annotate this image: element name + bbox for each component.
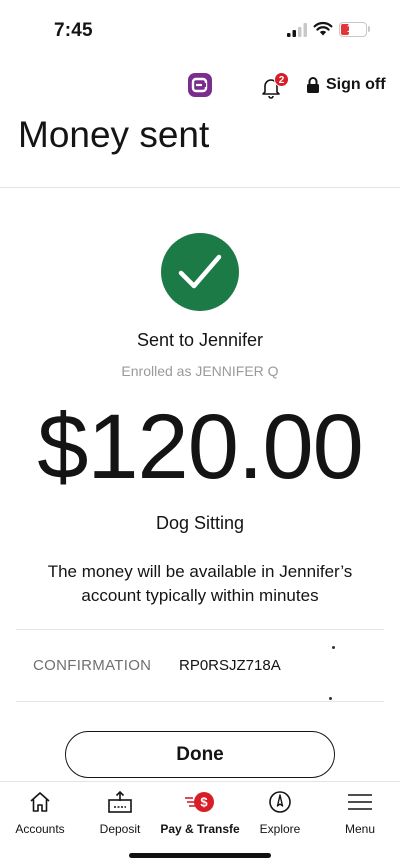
hamburger-menu-icon	[348, 794, 372, 810]
assistant-icon[interactable]	[188, 73, 212, 97]
confirmation-label: CONFIRMATION	[33, 657, 152, 674]
memo-text: Dog Sitting	[155, 513, 245, 533]
home-indicator	[129, 853, 271, 858]
compass-icon	[269, 791, 291, 813]
tab-label: Deposit	[99, 822, 141, 836]
pay-transfer-icon: $	[185, 792, 214, 812]
wifi-icon	[313, 21, 333, 36]
tab-label: Pay & Transfe	[160, 822, 240, 836]
row-divider	[16, 701, 384, 702]
tab-accounts[interactable]: Accounts	[0, 782, 80, 867]
decorative-dot	[332, 646, 335, 649]
lock-icon	[307, 77, 319, 93]
tab-label: Accounts	[15, 822, 65, 836]
status-time: 7:45	[54, 20, 93, 41]
battery-icon: 15	[339, 22, 367, 37]
amount-sent: $120.00	[37, 396, 364, 498]
svg-text:$: $	[200, 795, 208, 810]
status-bar: 7:45 15	[0, 0, 400, 60]
page-title: Money sent	[18, 114, 210, 155]
success-check-icon	[161, 233, 239, 311]
recipient-line: Sent to Jennifer	[136, 330, 264, 350]
sign-off-label: Sign off	[326, 76, 386, 93]
battery-level: 15	[346, 23, 360, 35]
deposit-icon	[108, 790, 132, 813]
tab-label: Explore	[259, 822, 301, 836]
tab-menu[interactable]: Menu	[320, 782, 400, 867]
sign-off-button[interactable]: Sign off	[306, 74, 386, 96]
row-divider	[16, 629, 384, 630]
decorative-dot	[329, 697, 332, 700]
header-divider	[0, 187, 400, 188]
cellular-signal-icon	[287, 23, 307, 37]
tab-label: Menu	[344, 822, 376, 836]
battery-nub	[368, 26, 370, 32]
confirmation-number: RP0RSJZ718A	[179, 657, 281, 674]
notification-badge: 2	[274, 72, 289, 87]
availability-message: The money will be available in Jennifer’…	[47, 562, 353, 605]
enrolled-line: Enrolled as JENNIFER Q	[121, 363, 279, 379]
home-icon	[30, 792, 50, 812]
done-button[interactable]: Done	[65, 731, 335, 778]
